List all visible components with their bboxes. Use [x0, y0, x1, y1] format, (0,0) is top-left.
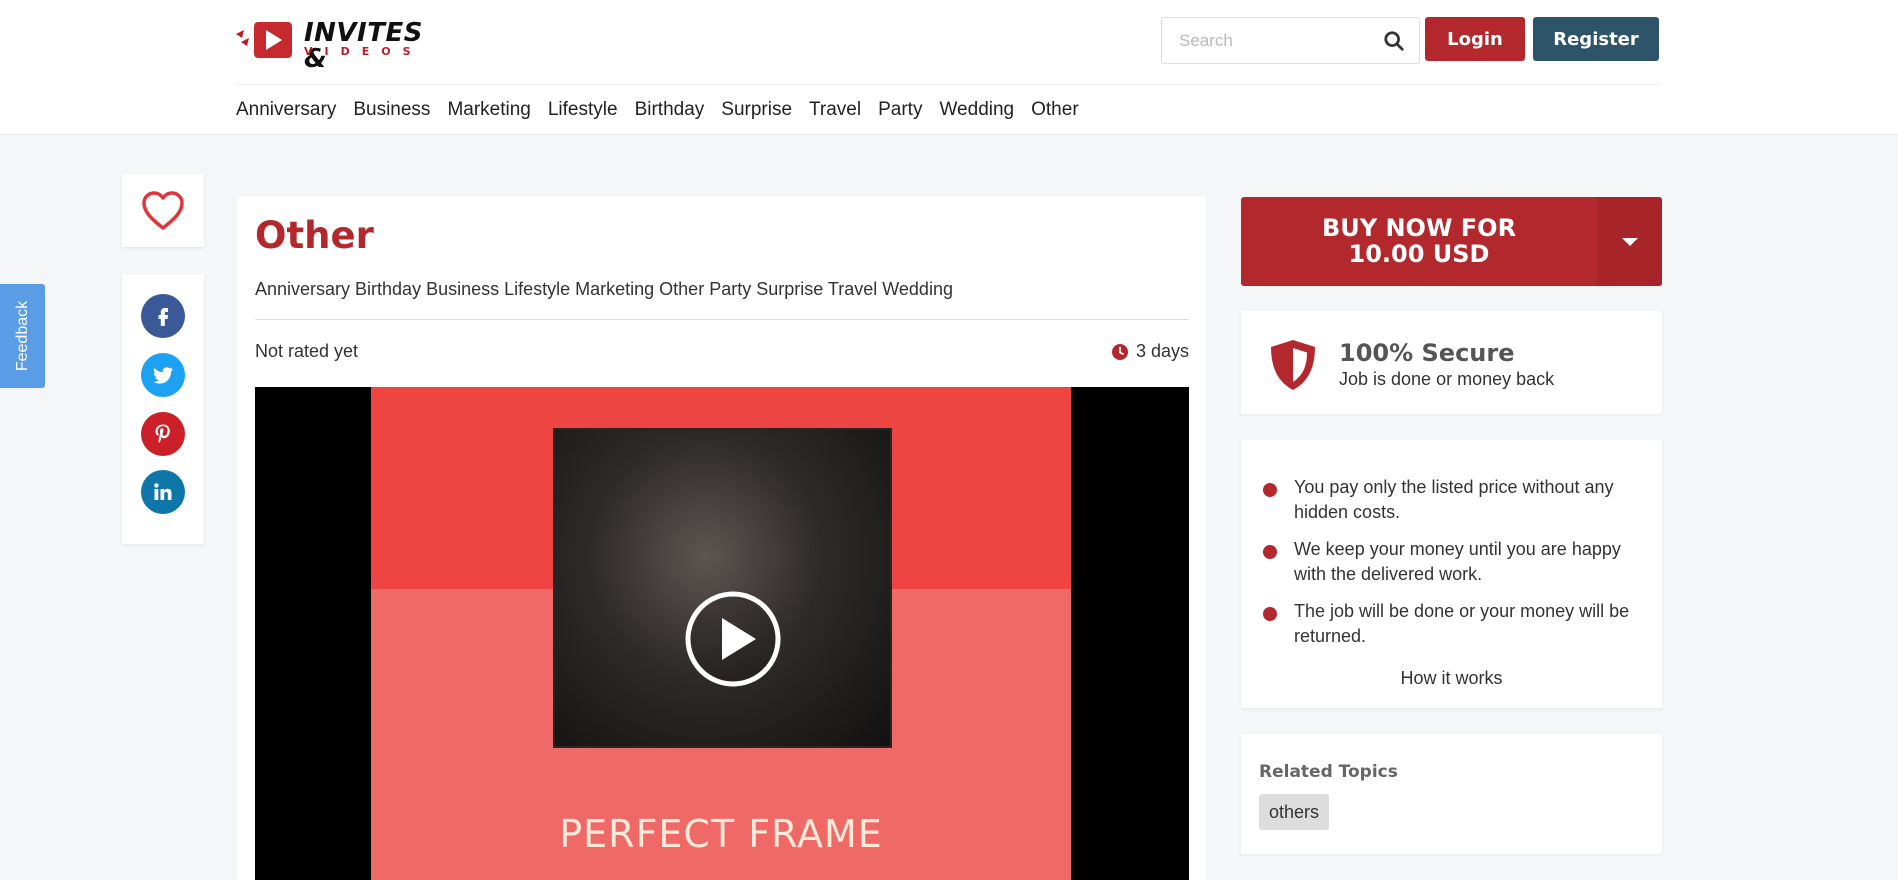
shield-icon: [1271, 340, 1315, 390]
share-box: [122, 274, 204, 544]
category-link-birthday[interactable]: Birthday: [635, 96, 705, 126]
secure-subtitle: Job is done or money back: [1339, 369, 1555, 389]
delivery-time: 3 days: [1111, 341, 1189, 362]
topic-chip-others[interactable]: others: [1259, 794, 1330, 830]
guarantee-text: We keep your money until you are happy w…: [1294, 539, 1621, 584]
header-divider: [236, 84, 1660, 85]
buy-now-label: BUY NOW FOR 10.00 USD: [1241, 215, 1597, 267]
buy-options-toggle[interactable]: [1597, 197, 1662, 286]
category-link-wedding[interactable]: Wedding: [939, 96, 1014, 126]
buy-now-price: 10.00 USD: [1348, 240, 1490, 268]
category-link-anniversary[interactable]: Anniversary: [236, 96, 336, 126]
video-player[interactable]: PERFECT FRAME: [255, 387, 1189, 880]
register-button[interactable]: Register: [1533, 17, 1659, 61]
facebook-share-button[interactable]: [141, 294, 185, 338]
category-link-marketing[interactable]: Marketing: [447, 96, 530, 126]
category-link-lifestyle[interactable]: Lifestyle: [548, 96, 618, 126]
category-link-surprise[interactable]: Surprise: [721, 96, 792, 126]
page-title: Other: [255, 214, 374, 257]
thumbnail-photo: [553, 428, 892, 748]
logo-play-icon: [236, 22, 292, 58]
favorite-box: [122, 174, 204, 247]
linkedin-share-button[interactable]: [141, 470, 185, 514]
related-topics-box: Related Topics others: [1241, 734, 1662, 854]
video-caption: PERFECT FRAME: [559, 812, 883, 856]
search-icon[interactable]: [1383, 30, 1405, 52]
heart-icon[interactable]: [140, 190, 186, 232]
gig-card: Other Anniversary Birthday Business Life…: [237, 197, 1206, 880]
login-button[interactable]: Login: [1425, 17, 1525, 61]
category-link-other[interactable]: Other: [1031, 96, 1079, 126]
play-icon[interactable]: [684, 590, 782, 688]
secure-title: 100% Secure: [1339, 339, 1515, 367]
card-divider: [255, 319, 1189, 320]
search-input[interactable]: [1162, 18, 1372, 63]
pinterest-share-button[interactable]: [141, 412, 185, 456]
category-link-party[interactable]: Party: [878, 96, 922, 126]
guarantee-box: You pay only the listed price without an…: [1241, 440, 1662, 708]
category-link-travel[interactable]: Travel: [809, 96, 861, 126]
search-box: [1161, 17, 1420, 64]
bullet-dot: [1263, 607, 1277, 621]
how-it-works-link[interactable]: How it works: [1241, 668, 1662, 689]
site-logo[interactable]: INVITES & VIDEOS: [236, 18, 446, 72]
buy-now-button[interactable]: BUY NOW FOR 10.00 USD: [1241, 197, 1662, 286]
buy-now-label-line1: BUY NOW FOR: [1321, 214, 1517, 242]
clock-icon: [1111, 343, 1128, 360]
twitter-share-button[interactable]: [141, 353, 185, 397]
bullet-dot: [1263, 483, 1277, 497]
pinterest-icon: [155, 424, 170, 443]
linkedin-icon: [154, 483, 172, 500]
category-link-business[interactable]: Business: [353, 96, 430, 126]
guarantee-text: The job will be done or your money will …: [1294, 601, 1630, 646]
category-nav: Anniversary Business Marketing Lifestyle…: [236, 96, 1079, 126]
related-topics-title: Related Topics: [1259, 762, 1398, 782]
twitter-icon: [153, 367, 173, 384]
rating-text: Not rated yet: [255, 341, 359, 361]
caret-down-icon: [1622, 238, 1638, 246]
facebook-icon: [158, 308, 168, 326]
gig-tags: Anniversary Birthday Business Lifestyle …: [255, 279, 953, 299]
delivery-text: 3 days: [1135, 341, 1189, 361]
bullet-dot: [1263, 545, 1277, 559]
video-thumbnail: PERFECT FRAME: [371, 387, 1071, 880]
site-header: INVITES & VIDEOS Login Register Annivers…: [0, 0, 1898, 135]
feedback-label: Feedback: [13, 300, 31, 372]
guarantee-text: You pay only the listed price without an…: [1294, 477, 1614, 522]
secure-box: 100% Secure Job is done or money back: [1241, 311, 1662, 414]
logo-subtext: VIDEOS: [304, 45, 423, 58]
feedback-tab[interactable]: Feedback: [0, 284, 45, 388]
